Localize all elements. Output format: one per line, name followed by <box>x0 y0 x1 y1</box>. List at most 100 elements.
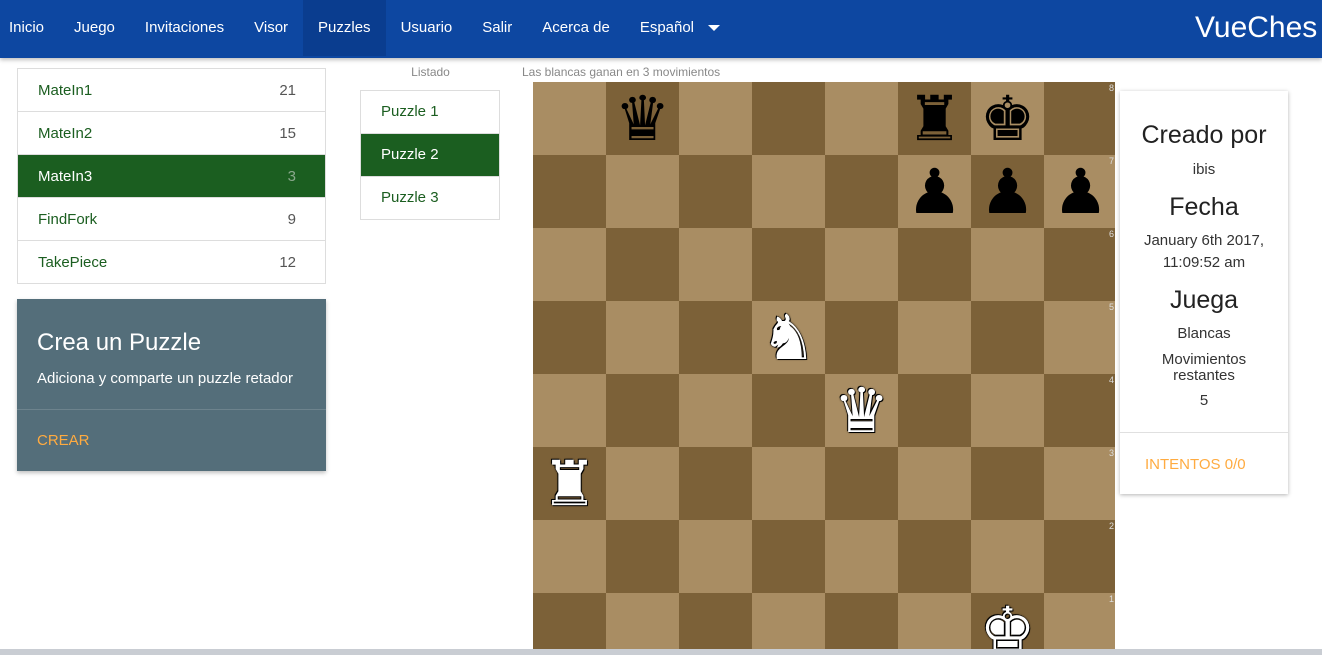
square-a2[interactable] <box>533 520 606 593</box>
square-d7[interactable] <box>752 155 825 228</box>
square-g6[interactable] <box>971 228 1044 301</box>
square-a1[interactable] <box>533 593 606 655</box>
category-item-matein1[interactable]: MateIn1 21 <box>18 69 325 112</box>
black-king-icon[interactable]: ♚ <box>971 82 1044 155</box>
square-c3[interactable] <box>679 447 752 520</box>
rank-label: 5 <box>1108 302 1114 312</box>
square-g2[interactable] <box>971 520 1044 593</box>
top-navbar: Inicio Juego Invitaciones Visor Puzzles … <box>0 0 1322 58</box>
square-a4[interactable] <box>533 374 606 447</box>
square-c8[interactable] <box>679 82 752 155</box>
nav-usuario[interactable]: Usuario <box>386 0 468 56</box>
brand-logo[interactable]: VueChes <box>1195 0 1317 56</box>
square-d6[interactable] <box>752 228 825 301</box>
square-e8[interactable] <box>825 82 898 155</box>
create-button[interactable]: CREAR <box>37 432 90 449</box>
black-pawn-icon[interactable]: ♟ <box>1044 155 1115 228</box>
category-item-matein3[interactable]: MateIn3 3 <box>18 155 325 198</box>
square-f3[interactable] <box>898 447 971 520</box>
square-c5[interactable] <box>679 301 752 374</box>
puzzle-item-3[interactable]: Puzzle 3 <box>361 177 499 219</box>
puzzle-info-card: Creado por ibis Fecha January 6th 2017, … <box>1120 91 1288 494</box>
square-f4[interactable] <box>898 374 971 447</box>
square-d2[interactable] <box>752 520 825 593</box>
square-h2[interactable] <box>1044 520 1115 593</box>
category-count: 12 <box>279 253 296 271</box>
white-rook-icon[interactable]: ♜ <box>533 447 606 520</box>
nav-visor[interactable]: Visor <box>239 0 303 56</box>
puzzle-item-1[interactable]: Puzzle 1 <box>361 91 499 134</box>
nav-salir[interactable]: Salir <box>467 0 527 56</box>
square-g4[interactable] <box>971 374 1044 447</box>
square-d1[interactable] <box>752 593 825 655</box>
square-h5[interactable] <box>1044 301 1115 374</box>
square-b4[interactable] <box>606 374 679 447</box>
rank-label: 4 <box>1108 375 1114 385</box>
square-g5[interactable] <box>971 301 1044 374</box>
square-c6[interactable] <box>679 228 752 301</box>
white-king-icon[interactable]: ♚ <box>971 593 1044 655</box>
square-e7[interactable] <box>825 155 898 228</box>
nav-acerca-de[interactable]: Acerca de <box>527 0 625 56</box>
category-count: 15 <box>279 124 296 142</box>
date-line-1: January 6th 2017, <box>1143 232 1265 249</box>
square-c1[interactable] <box>679 593 752 655</box>
white-knight-icon[interactable]: ♞ <box>752 301 825 374</box>
square-b5[interactable] <box>606 301 679 374</box>
square-h8[interactable] <box>1044 82 1115 155</box>
square-b2[interactable] <box>606 520 679 593</box>
square-g3[interactable] <box>971 447 1044 520</box>
create-card-description: Adiciona y comparte un puzzle retador <box>37 370 293 387</box>
square-b3[interactable] <box>606 447 679 520</box>
square-b6[interactable] <box>606 228 679 301</box>
black-pawn-icon[interactable]: ♟ <box>898 155 971 228</box>
square-f1[interactable] <box>898 593 971 655</box>
nav-inicio[interactable]: Inicio <box>0 0 59 56</box>
square-e5[interactable] <box>825 301 898 374</box>
square-b7[interactable] <box>606 155 679 228</box>
category-list: MateIn1 21 MateIn2 15 MateIn3 3 FindFork… <box>17 68 326 284</box>
category-name: FindFork <box>38 210 98 228</box>
square-e3[interactable] <box>825 447 898 520</box>
black-queen-icon[interactable]: ♛ <box>606 82 679 155</box>
square-a5[interactable] <box>533 301 606 374</box>
white-queen-icon[interactable]: ♛ <box>825 374 898 447</box>
black-rook-icon[interactable]: ♜ <box>898 82 971 155</box>
language-dropdown[interactable]: Español <box>625 0 735 56</box>
square-h1[interactable] <box>1044 593 1115 655</box>
square-f5[interactable] <box>898 301 971 374</box>
chess-board[interactable]: 8 7 6 5 4 3 2 1 ♛ ♜ ♚ ♟ ♟ ♟ ♞ ♛ ♜ ♚ <box>533 82 1115 655</box>
square-f2[interactable] <box>898 520 971 593</box>
square-d8[interactable] <box>752 82 825 155</box>
square-c2[interactable] <box>679 520 752 593</box>
square-e6[interactable] <box>825 228 898 301</box>
category-item-findfork[interactable]: FindFork 9 <box>18 198 325 241</box>
square-f6[interactable] <box>898 228 971 301</box>
square-h4[interactable] <box>1044 374 1115 447</box>
category-count: 9 <box>287 210 296 228</box>
board-caption: Las blancas ganan en 3 movimientos <box>522 65 721 79</box>
category-name: MateIn2 <box>38 124 93 142</box>
puzzle-item-2[interactable]: Puzzle 2 <box>361 134 499 177</box>
square-a8[interactable] <box>533 82 606 155</box>
square-d3[interactable] <box>752 447 825 520</box>
square-h3[interactable] <box>1044 447 1115 520</box>
attempts-button[interactable]: INTENTOS 0/0 <box>1145 456 1246 473</box>
info-card-divider <box>1120 432 1288 433</box>
square-e1[interactable] <box>825 593 898 655</box>
square-c7[interactable] <box>679 155 752 228</box>
nav-invitaciones[interactable]: Invitaciones <box>130 0 239 56</box>
square-h6[interactable] <box>1044 228 1115 301</box>
square-a6[interactable] <box>533 228 606 301</box>
square-b1[interactable] <box>606 593 679 655</box>
category-count: 3 <box>287 167 296 185</box>
square-e2[interactable] <box>825 520 898 593</box>
square-c4[interactable] <box>679 374 752 447</box>
square-d4[interactable] <box>752 374 825 447</box>
nav-juego[interactable]: Juego <box>59 0 130 56</box>
black-pawn-icon[interactable]: ♟ <box>971 155 1044 228</box>
nav-puzzles[interactable]: Puzzles <box>303 0 386 56</box>
category-item-matein2[interactable]: MateIn2 15 <box>18 112 325 155</box>
category-item-takepiece[interactable]: TakePiece 12 <box>18 241 325 283</box>
square-a7[interactable] <box>533 155 606 228</box>
